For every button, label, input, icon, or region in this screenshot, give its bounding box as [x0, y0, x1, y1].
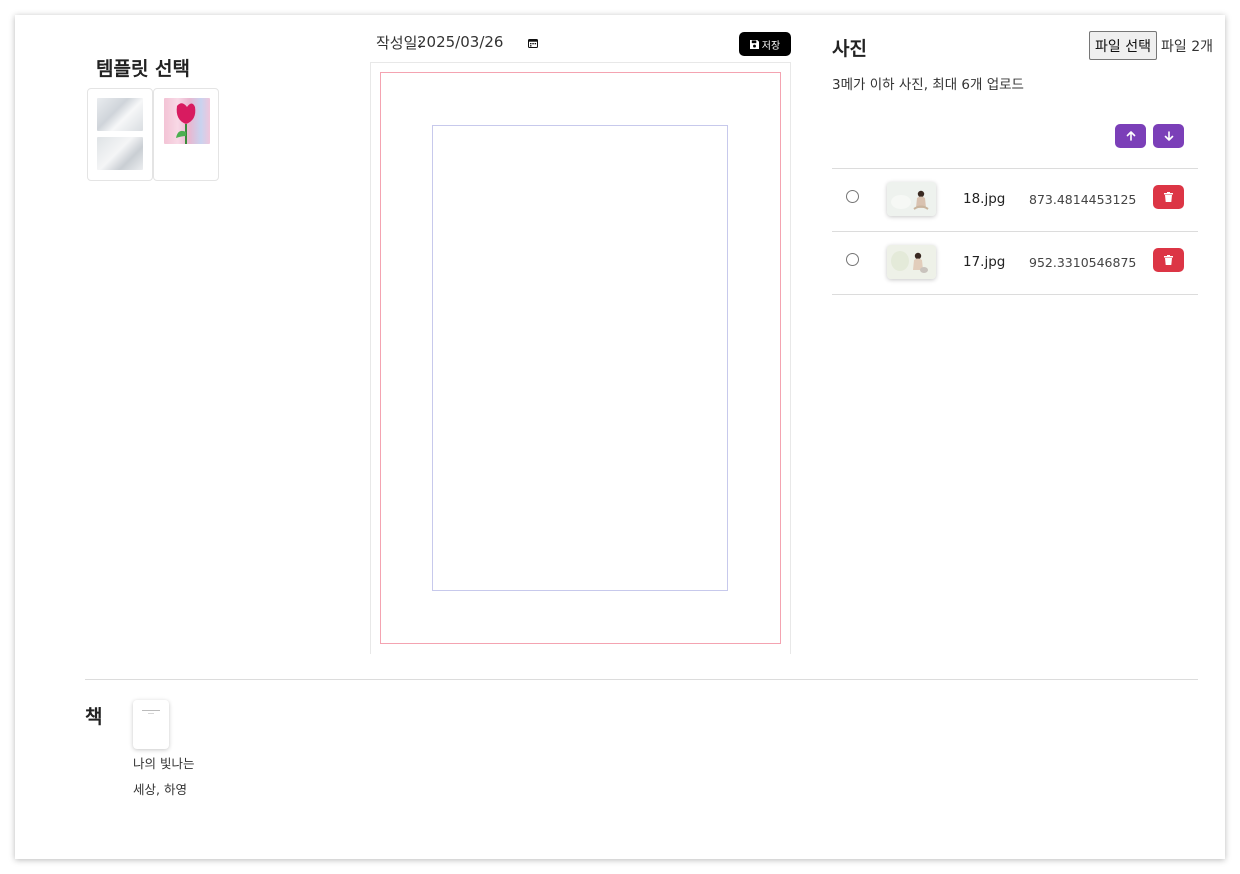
section-divider	[85, 679, 1198, 680]
photo-file-size: 873.4814453125	[1029, 192, 1137, 207]
book-cover-thumbnail[interactable]	[133, 700, 169, 749]
photo-list-item: 17.jpg 952.3310546875	[832, 231, 1198, 293]
photo-file-size: 952.3310546875	[1029, 255, 1137, 270]
photo-thumbnail	[887, 182, 936, 216]
photo-list-item: 18.jpg 873.4814453125	[832, 168, 1198, 230]
delete-photo-button[interactable]	[1153, 185, 1184, 209]
calendar-icon[interactable]	[528, 38, 538, 48]
book-name-line1: 나의 빛나는	[133, 756, 195, 771]
arrow-down-icon	[1164, 131, 1173, 141]
photo-thumbnail	[887, 245, 936, 279]
photo-file-name: 17.jpg	[963, 254, 1006, 270]
photo-list-divider	[832, 294, 1198, 295]
save-button[interactable]: 저장	[739, 32, 791, 56]
template-photo-placeholder	[97, 137, 143, 170]
arrow-up-icon	[1126, 131, 1135, 141]
move-down-button[interactable]	[1153, 124, 1184, 148]
template-option-collage[interactable]	[87, 88, 153, 181]
page-content-frame[interactable]	[432, 125, 728, 591]
photo-image	[887, 182, 936, 216]
trash-icon	[1164, 255, 1173, 265]
move-up-button[interactable]	[1115, 124, 1146, 148]
photo-select-radio[interactable]	[846, 190, 859, 203]
photo-upload-hint: 3메가 이하 사진, 최대 6개 업로드	[832, 77, 1024, 93]
tulip-image	[164, 98, 210, 144]
floppy-disk-icon	[749, 39, 759, 49]
date-input[interactable]	[415, 30, 545, 54]
save-button-label: 저장	[761, 40, 781, 52]
template-section-title: 템플릿 선택	[96, 58, 191, 80]
trash-icon	[1164, 192, 1173, 202]
photo-select-radio[interactable]	[846, 253, 859, 266]
book-name-line2: 세상, 하영	[133, 782, 187, 797]
file-count-text: 파일 2개	[1161, 39, 1213, 55]
delete-photo-button[interactable]	[1153, 248, 1184, 272]
photo-section-title: 사진	[832, 38, 867, 60]
template-photo-placeholder	[97, 98, 143, 131]
file-select-button[interactable]: 파일 선택	[1089, 31, 1157, 60]
tulip-icon	[176, 103, 196, 144]
photo-image	[887, 245, 936, 279]
book-cover-image	[142, 710, 160, 714]
photo-file-name: 18.jpg	[963, 191, 1006, 207]
template-option-tulip[interactable]	[153, 88, 219, 181]
book-section-title: 책	[85, 706, 103, 728]
